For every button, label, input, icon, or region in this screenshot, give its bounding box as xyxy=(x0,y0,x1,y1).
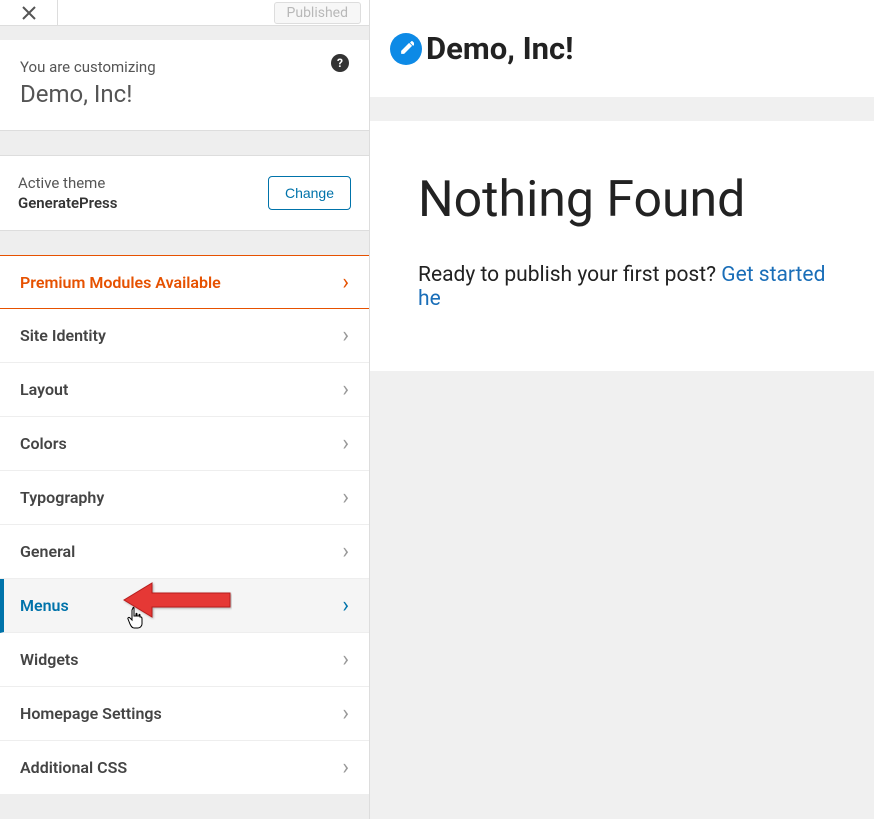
preview-content: Nothing Found Ready to publish your firs… xyxy=(370,121,874,371)
first-post-prompt: Ready to publish your first post? Get st… xyxy=(418,263,826,311)
chevron-right-icon: › xyxy=(342,539,349,564)
theme-panel: Active theme GeneratePress Change xyxy=(0,155,369,231)
publish-status-button[interactable]: Published xyxy=(274,2,361,24)
chevron-right-icon: › xyxy=(342,485,349,510)
chevron-right-icon: › xyxy=(342,323,349,348)
menu-item-label: Site Identity xyxy=(20,326,106,345)
menu-item-general[interactable]: General › xyxy=(0,525,369,579)
theme-info: Active theme GeneratePress xyxy=(18,174,117,212)
chevron-right-icon: › xyxy=(342,377,349,402)
menu-item-label: Premium Modules Available xyxy=(20,273,221,292)
nothing-found-heading: Nothing Found xyxy=(418,171,826,229)
customizer-menu-list: Premium Modules Available › Site Identit… xyxy=(0,255,369,795)
menu-item-label: Widgets xyxy=(20,650,79,669)
site-name: Demo, Inc! xyxy=(20,80,349,108)
menu-item-label: Colors xyxy=(20,434,67,453)
menu-item-label: General xyxy=(20,542,75,561)
menu-item-colors[interactable]: Colors › xyxy=(0,417,369,471)
preview-site-title[interactable]: Demo, Inc! xyxy=(426,30,574,67)
menu-item-layout[interactable]: Layout › xyxy=(0,363,369,417)
chevron-right-icon: › xyxy=(342,647,349,672)
chevron-right-icon: › xyxy=(342,593,349,618)
site-preview: Demo, Inc! Nothing Found Ready to publis… xyxy=(370,0,874,819)
menu-item-premium-modules[interactable]: Premium Modules Available › xyxy=(0,255,369,309)
chevron-right-icon: › xyxy=(342,701,349,726)
menu-item-homepage-settings[interactable]: Homepage Settings › xyxy=(0,687,369,741)
close-icon xyxy=(22,6,36,20)
customizing-label: You are customizing xyxy=(20,58,349,76)
active-theme-label: Active theme xyxy=(18,174,117,192)
customizer-sidebar: Published You are customizing Demo, Inc!… xyxy=(0,0,370,819)
prompt-text: Ready to publish your first post? xyxy=(418,263,721,287)
customizing-panel: You are customizing Demo, Inc! ? xyxy=(0,40,369,131)
menu-item-label: Additional CSS xyxy=(20,758,127,777)
active-theme-name: GeneratePress xyxy=(18,194,117,212)
help-icon[interactable]: ? xyxy=(331,54,349,72)
menu-item-widgets[interactable]: Widgets › xyxy=(0,633,369,687)
menu-item-label: Menus xyxy=(20,596,69,615)
edit-shortcut-button[interactable] xyxy=(390,33,422,65)
preview-header: Demo, Inc! xyxy=(370,0,874,97)
menu-item-typography[interactable]: Typography › xyxy=(0,471,369,525)
menu-item-additional-css[interactable]: Additional CSS › xyxy=(0,741,369,795)
change-theme-button[interactable]: Change xyxy=(268,176,351,210)
menu-item-site-identity[interactable]: Site Identity › xyxy=(0,309,369,363)
close-button[interactable] xyxy=(0,0,58,26)
chevron-right-icon: › xyxy=(342,755,349,780)
menu-item-menus[interactable]: Menus › xyxy=(0,579,369,633)
chevron-right-icon: › xyxy=(342,270,349,295)
pencil-icon xyxy=(398,41,414,57)
chevron-right-icon: › xyxy=(342,431,349,456)
menu-item-label: Layout xyxy=(20,380,68,399)
top-bar: Published xyxy=(0,0,369,26)
menu-item-label: Typography xyxy=(20,488,104,507)
menu-item-label: Homepage Settings xyxy=(20,704,162,723)
